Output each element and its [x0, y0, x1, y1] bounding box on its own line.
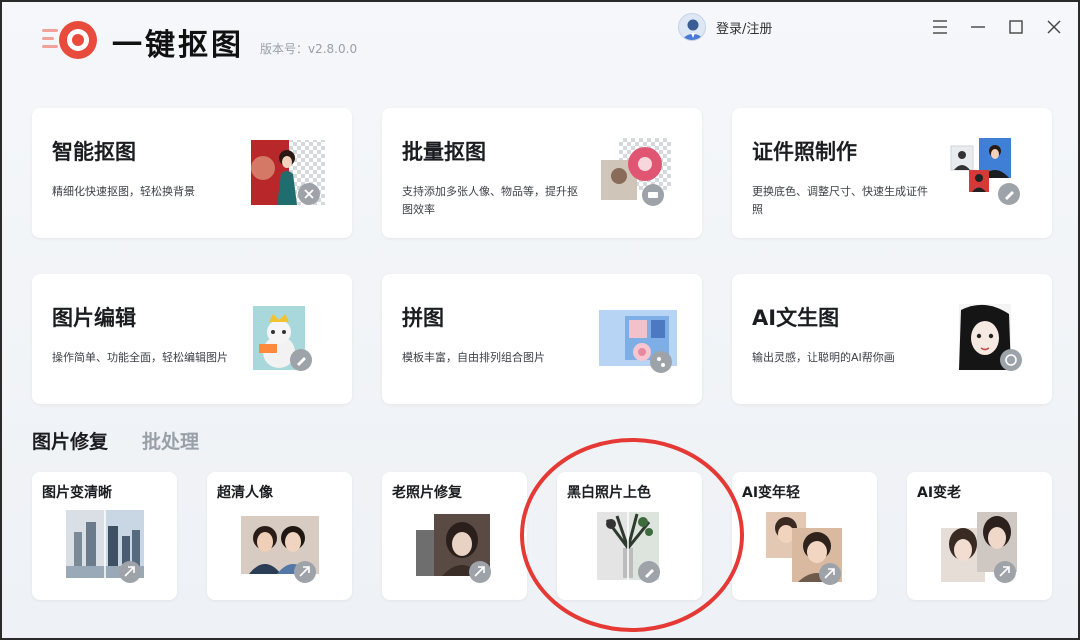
app-window: 一键抠图 版本号：v2.8.0.0 登录/注册 智能抠图 精细化快速抠图，轻松换…: [0, 0, 1080, 640]
old-photo-repair-icon: [416, 514, 491, 583]
app-logo: [42, 21, 97, 59]
batch-cutout-icon: [601, 138, 671, 206]
id-photo-icon: [950, 138, 1020, 205]
feature-card-collage[interactable]: 拼图 模板丰富，自由排列组合图片: [382, 274, 702, 404]
ai-younger-icon: [766, 512, 842, 585]
tool-card-ai-older[interactable]: AI变老: [907, 472, 1052, 600]
tool-title: AI变老: [917, 485, 962, 501]
tool-card-hd-portrait[interactable]: 超清人像: [207, 472, 352, 600]
portrait-cutout-icon: [251, 140, 325, 205]
hd-portrait-icon: [241, 516, 319, 583]
feature-card-image-edit[interactable]: 图片编辑 操作简单、功能全面，轻松编辑图片: [32, 274, 352, 404]
card-desc: 精细化快速抠图，轻松换背景: [52, 185, 195, 198]
tool-card-sharpen[interactable]: 图片变清晰: [32, 472, 177, 600]
login-label: 登录/注册: [716, 21, 773, 37]
tool-title: 黑白照片上色: [567, 485, 651, 501]
tool-title: 老照片修复: [392, 485, 462, 501]
app-version: 版本号：v2.8.0.0: [260, 42, 358, 56]
tool-title: 图片变清晰: [42, 485, 112, 501]
collage-icon: [599, 310, 677, 373]
card-title: 批量抠图: [402, 140, 486, 164]
colorize-icon: [597, 512, 660, 583]
card-desc: 支持添加多张人像、物品等，提升抠图效率: [402, 185, 578, 216]
image-edit-icon: [253, 306, 312, 371]
tab-image-repair[interactable]: 图片修复: [32, 427, 108, 454]
maximize-icon[interactable]: [1005, 16, 1027, 38]
tool-card-old-photo-repair[interactable]: 老照片修复: [382, 472, 527, 600]
card-title: 证件照制作: [752, 140, 857, 164]
tool-title: AI变年轻: [742, 485, 801, 501]
feature-card-ai-text-to-image[interactable]: AI文生图 输出灵感，让聪明的AI帮你画: [732, 274, 1052, 404]
card-desc: 更换底色、调整尺寸、快速生成证件照: [752, 185, 928, 216]
feature-card-batch-cutout[interactable]: 批量抠图 支持添加多张人像、物品等，提升抠图效率: [382, 108, 702, 238]
tab-batch-process[interactable]: 批处理: [142, 427, 199, 454]
card-title: 图片编辑: [52, 306, 136, 330]
card-desc: 模板丰富，自由排列组合图片: [402, 351, 545, 364]
feature-card-smart-cutout[interactable]: 智能抠图 精细化快速抠图，轻松换背景: [32, 108, 352, 238]
login-button[interactable]: 登录/注册: [678, 13, 772, 41]
card-title: AI文生图: [752, 306, 840, 330]
card-desc: 操作简单、功能全面，轻松编辑图片: [52, 351, 228, 364]
tool-card-ai-younger[interactable]: AI变年轻: [732, 472, 877, 600]
close-icon[interactable]: [1043, 16, 1065, 38]
ai-text-to-image-icon: [959, 304, 1022, 371]
feature-card-id-photo[interactable]: 证件照制作 更换底色、调整尺寸、快速生成证件照: [732, 108, 1052, 238]
menu-icon[interactable]: [929, 16, 951, 38]
sharpen-icon: [66, 510, 144, 583]
card-title: 拼图: [402, 306, 444, 330]
card-title: 智能抠图: [52, 140, 136, 164]
card-desc: 输出灵感，让聪明的AI帮你画: [752, 351, 895, 364]
user-avatar-icon: [678, 13, 706, 41]
minimize-icon[interactable]: [967, 16, 989, 38]
app-title: 一键抠图: [112, 28, 244, 63]
tool-title: 超清人像: [217, 485, 273, 501]
ai-older-icon: [941, 512, 1017, 583]
tool-card-colorize[interactable]: 黑白照片上色: [557, 472, 702, 600]
